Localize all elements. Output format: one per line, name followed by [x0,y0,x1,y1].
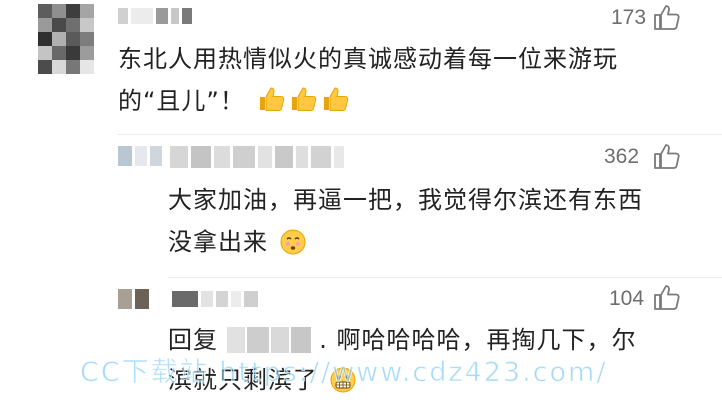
hushed-face-emoji [280,229,306,255]
like-count: 173 [611,6,647,29]
comment-text-2: 的“且儿”！ [118,80,350,122]
thumbs-up-icon[interactable] [652,141,682,171]
comment-text: 东北人用热情似火的真诚感动着每一位来游玩 [118,38,618,80]
like-count: 362 [604,145,640,168]
divider [168,277,722,278]
username-blurred[interactable] [170,146,344,168]
thumbs-up-icon[interactable] [652,282,682,312]
thumbs-up-emoji [259,87,284,111]
comment-text: 大家加油，再逼一把，我觉得尔滨还有东西 [168,179,643,221]
comment-line-1: 东北人用热情似火的真诚感动着每一位来游玩 [118,45,618,73]
comment-line-1: 大家加油，再逼一把，我觉得尔滨还有东西 [168,186,643,214]
comment-text-2: 没拿出来 [168,221,307,263]
avatar-blurred[interactable] [118,289,149,309]
thumbs-up-icon[interactable] [652,2,682,32]
thumbs-up-emoji [323,87,348,111]
avatar[interactable] [38,4,94,74]
username-blurred[interactable] [172,291,258,307]
like-count: 104 [609,287,645,310]
divider [118,134,722,135]
avatar-blurred[interactable] [118,146,162,166]
comment-line-2: 没拿出来 [168,228,268,256]
thumbs-up-emoji [291,87,316,111]
watermark: CC下载站 https://www.cdz423.com/ [79,357,608,389]
username-blurred[interactable] [118,8,192,24]
comment-line-2: 的“且儿”！ [118,87,245,115]
